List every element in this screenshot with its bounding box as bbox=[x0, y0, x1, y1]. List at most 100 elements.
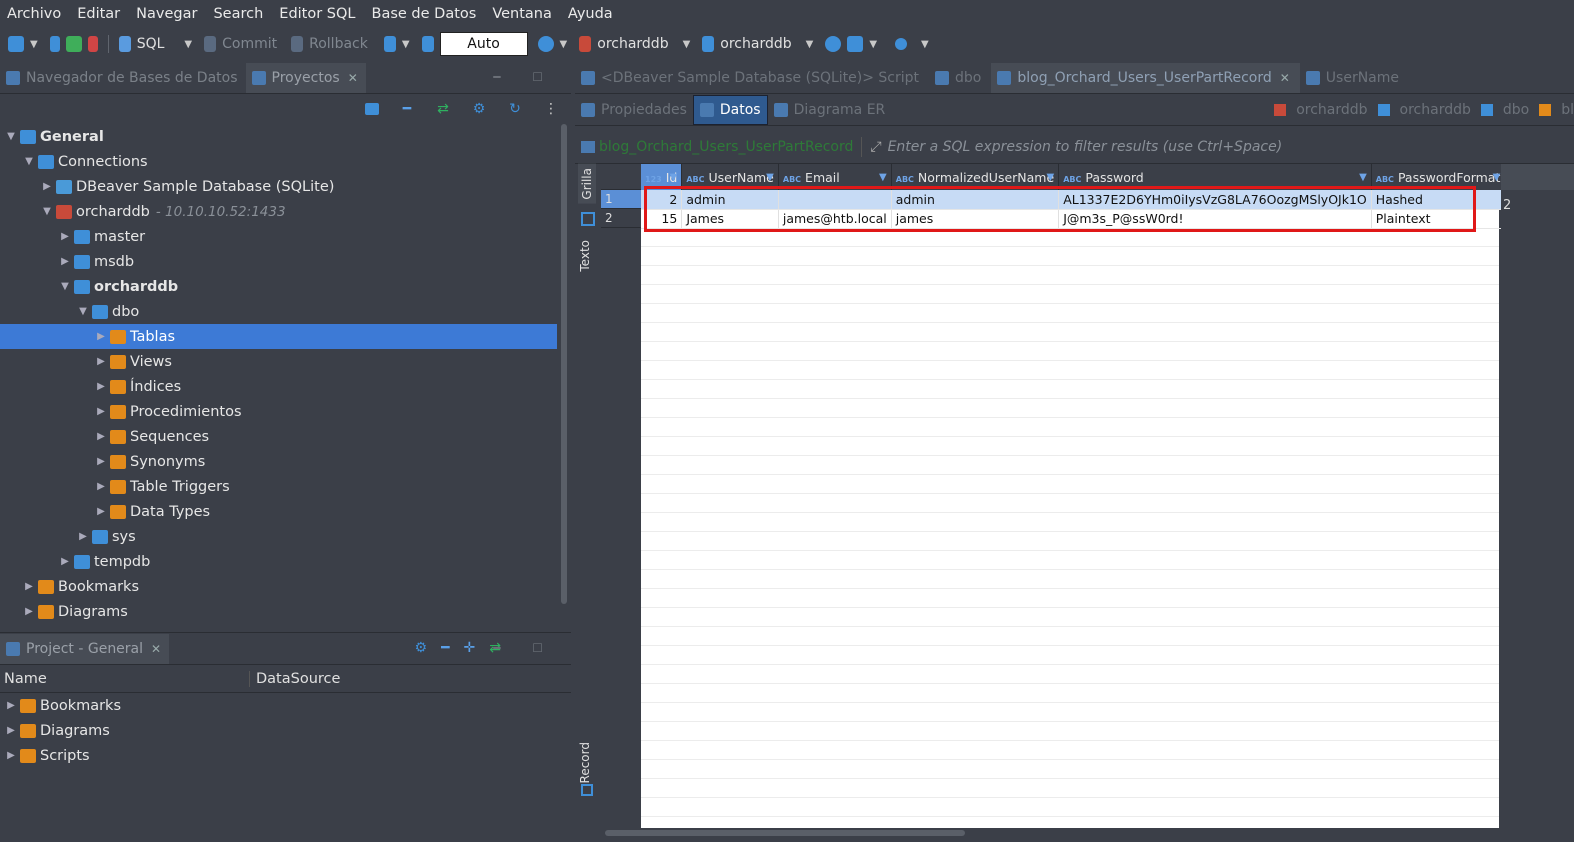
record-icon[interactable] bbox=[581, 784, 593, 796]
tree-item--ndices[interactable]: ▶ Índices bbox=[0, 374, 557, 399]
tree-item-orcharddb[interactable]: ▼ orcharddb bbox=[0, 274, 557, 299]
column-header-password[interactable]: ABC Password ▼ bbox=[1058, 164, 1372, 190]
chevron-down-icon[interactable]: ▼ bbox=[806, 39, 814, 50]
tree-item-master[interactable]: ▶ master bbox=[0, 224, 557, 249]
close-icon[interactable]: ✕ bbox=[1280, 71, 1290, 85]
collapse-all-icon[interactable]: ━ bbox=[399, 101, 415, 117]
chevron-right-icon[interactable]: ▶ bbox=[2, 725, 20, 736]
chevron-right-icon[interactable]: ▶ bbox=[92, 331, 110, 342]
link-editor-icon[interactable]: ⇄ bbox=[435, 101, 451, 117]
menu-item-search[interactable]: Search bbox=[213, 6, 263, 22]
chevron-down-icon[interactable]: ▼ bbox=[921, 39, 929, 50]
chevron-right-icon[interactable]: ▶ bbox=[38, 181, 56, 192]
menu-item-base-de-datos[interactable]: Base de Datos bbox=[372, 6, 477, 22]
tree-item-connections[interactable]: ▼ Connections bbox=[0, 149, 557, 174]
commit-mode-field[interactable]: Auto bbox=[439, 32, 528, 56]
tree-item-msdb[interactable]: ▶ msdb bbox=[0, 249, 557, 274]
tree-item-tablas[interactable]: ▶ Tablas bbox=[0, 324, 557, 349]
sort-icon[interactable]: ▼ bbox=[670, 172, 678, 183]
grid-cell-passwordformat[interactable]: Hashed bbox=[1371, 190, 1506, 210]
sql-button[interactable]: SQL bbox=[137, 36, 165, 52]
chevron-down-icon[interactable]: ▼ bbox=[38, 206, 56, 217]
column-datasource[interactable]: DataSource bbox=[250, 671, 340, 687]
chevron-right-icon[interactable]: ▶ bbox=[74, 531, 92, 542]
search-icon[interactable] bbox=[895, 38, 908, 50]
more-options-icon[interactable]: ⋮ bbox=[543, 101, 559, 117]
chevron-right-icon[interactable]: ▶ bbox=[92, 456, 110, 467]
text-view-tab[interactable]: Texto bbox=[578, 240, 592, 272]
expand-icon[interactable]: ✛ bbox=[464, 640, 476, 656]
lock-icon[interactable] bbox=[421, 36, 434, 52]
chevron-down-icon[interactable]: ▼ bbox=[2, 131, 20, 142]
project-item-diagrams[interactable]: ▶ Diagrams bbox=[0, 718, 571, 743]
column-header-normalizedusername[interactable]: ABC NormalizedUserName ▼ bbox=[891, 164, 1060, 190]
sub-tab-datos[interactable]: Datos bbox=[692, 94, 768, 125]
menu-item-archivo[interactable]: Archivo bbox=[7, 6, 61, 22]
grid-cell-email[interactable]: james@htb.local bbox=[778, 209, 892, 229]
tree-item-sequences[interactable]: ▶ Sequences bbox=[0, 424, 557, 449]
grid-horizontal-scrollbar[interactable] bbox=[601, 828, 1499, 838]
grid-cell-id[interactable]: 2 bbox=[641, 190, 683, 210]
sort-icon[interactable]: ▼ bbox=[766, 172, 774, 183]
close-icon[interactable]: ✕ bbox=[151, 642, 161, 656]
grid-icon[interactable] bbox=[581, 212, 595, 226]
panel-window-controls[interactable]: ━ ☐ bbox=[493, 70, 557, 84]
sub-tab-diagrama-er[interactable]: Diagrama ER bbox=[768, 95, 892, 125]
tree-item-sys[interactable]: ▶ sys bbox=[0, 524, 557, 549]
column-header-passwordformat[interactable]: ABC PasswordFormat ▼ bbox=[1371, 164, 1506, 190]
chevron-down-icon[interactable]: ▼ bbox=[869, 39, 877, 50]
active-schema[interactable]: orcharddb bbox=[720, 36, 791, 52]
chevron-right-icon[interactable]: ▶ bbox=[92, 431, 110, 442]
sql-editor-icon[interactable] bbox=[118, 36, 131, 52]
tree-item-tempdb[interactable]: ▶ tempdb bbox=[0, 549, 557, 574]
column-header-username[interactable]: ABC UserName ▼ bbox=[681, 164, 779, 190]
tree-item-dbo[interactable]: ▼ dbo bbox=[0, 299, 557, 324]
grid-cell-username[interactable]: admin bbox=[681, 190, 779, 210]
project-item-bookmarks[interactable]: ▶ Bookmarks bbox=[0, 693, 571, 718]
chevron-right-icon[interactable]: ▶ bbox=[56, 256, 74, 267]
record-view-tab[interactable]: Record bbox=[578, 742, 592, 783]
dashboard-icon[interactable] bbox=[825, 36, 842, 52]
tree-item-data-types[interactable]: ▶ Data Types bbox=[0, 499, 557, 524]
chevron-down-icon[interactable]: ▼ bbox=[402, 39, 410, 50]
commit-icon[interactable] bbox=[204, 36, 217, 52]
editor-tab-1[interactable]: <DBeaver Sample Database (SQLite)> Scrip… bbox=[575, 63, 929, 93]
editor-tab-4[interactable]: UserName bbox=[1300, 63, 1409, 93]
filter-input[interactable]: Enter a SQL expression to filter results… bbox=[888, 139, 1283, 155]
tree-item-table-triggers[interactable]: ▶ Table Triggers bbox=[0, 474, 557, 499]
tab-project-general[interactable]: Project - General ✕ bbox=[0, 634, 170, 664]
editor-tab-2[interactable]: dbo bbox=[929, 63, 991, 93]
sort-icon[interactable]: ▼ bbox=[1493, 172, 1501, 183]
history-icon[interactable] bbox=[537, 36, 554, 52]
chevron-down-icon[interactable]: ▼ bbox=[20, 156, 38, 167]
grid-cell-username[interactable]: James bbox=[681, 209, 779, 229]
grid-view-tab[interactable]: Grilla bbox=[578, 164, 596, 204]
menu-item-ayuda[interactable]: Ayuda bbox=[568, 6, 613, 22]
grid-cell-normalizedusername[interactable]: james bbox=[891, 209, 1060, 229]
transaction-mode-icon[interactable] bbox=[383, 36, 396, 52]
tree-item-orcharddb[interactable]: ▼ orcharddb - 10.10.10.52:1433 bbox=[0, 199, 557, 224]
column-header-id[interactable]: 123 Id ▼ bbox=[641, 164, 683, 190]
menu-item-editor-sql[interactable]: Editor SQL bbox=[279, 6, 355, 22]
panel-window-controls[interactable]: ━ ☐ bbox=[493, 641, 557, 655]
chevron-right-icon[interactable]: ▶ bbox=[20, 581, 38, 592]
chevron-right-icon[interactable]: ▶ bbox=[20, 606, 38, 617]
refresh-icon[interactable]: ↻ bbox=[507, 101, 523, 117]
chevron-down-icon[interactable]: ▼ bbox=[560, 39, 568, 50]
table-row[interactable]: 15 James james@htb.local james J@m3s_P@ssW0r… bbox=[641, 209, 1506, 229]
editor-tab-3[interactable]: blog_Orchard_Users_UserPartRecord ✕ bbox=[991, 63, 1300, 93]
chevron-right-icon[interactable]: ▶ bbox=[92, 481, 110, 492]
new-connection-icon[interactable] bbox=[8, 36, 24, 52]
configure-icon[interactable]: ⚙ bbox=[471, 101, 487, 117]
configure-icon[interactable]: ⚙ bbox=[415, 640, 428, 656]
tab-projects[interactable]: Proyectos ✕ bbox=[245, 63, 366, 93]
chevron-right-icon[interactable]: ▶ bbox=[2, 750, 20, 761]
chevron-right-icon[interactable]: ▶ bbox=[92, 406, 110, 417]
sort-icon[interactable]: ▼ bbox=[879, 172, 887, 183]
chevron-down-icon[interactable]: ▼ bbox=[74, 306, 92, 317]
rollback-icon[interactable] bbox=[291, 36, 304, 52]
menu-item-editar[interactable]: Editar bbox=[77, 6, 120, 22]
chevron-down-icon[interactable]: ▼ bbox=[56, 281, 74, 292]
tab-database-navigator[interactable]: Navegador de Bases de Datos bbox=[0, 63, 246, 93]
connect-icon[interactable] bbox=[49, 36, 60, 52]
